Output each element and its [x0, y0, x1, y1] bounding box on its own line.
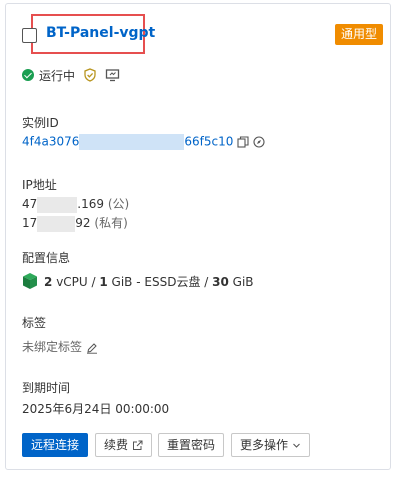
more-actions-label: 更多操作 [240, 438, 289, 452]
expiry-label: 到期时间 [22, 381, 71, 395]
instance-name-link[interactable]: BT-Panel-vgpt [46, 25, 155, 41]
edit-icon[interactable] [86, 342, 98, 354]
check-circle-icon [22, 69, 34, 81]
status-text: 运行中 [39, 68, 76, 83]
status-row: 运行中 [22, 66, 120, 84]
copy-icon[interactable] [237, 136, 249, 148]
public-ip-prefix: 47 [22, 197, 38, 211]
shield-check-icon[interactable] [83, 68, 97, 82]
disk-unit: GiB [232, 275, 254, 289]
private-ip-tag: (私有) [94, 216, 128, 230]
reset-password-button[interactable]: 重置密码 [158, 433, 225, 457]
renew-button[interactable]: 续费 [95, 433, 152, 457]
chevron-down-icon [292, 443, 300, 448]
renew-label: 续费 [104, 438, 129, 452]
monitor-icon[interactable] [105, 68, 120, 82]
instance-id-prefix[interactable]: 4f4a3076 [22, 135, 79, 149]
config-label: 配置信息 [22, 251, 71, 265]
select-checkbox[interactable] [22, 28, 37, 43]
instance-type-badge: 通用型 [335, 24, 384, 45]
config-row: 2 vCPU / 1 GiB - ESSD云盘 / 30 GiB [44, 275, 254, 289]
redacted-id [79, 134, 185, 150]
instance-id-row: 4f4a3076 66f5c10 [22, 134, 265, 150]
instance-id-label: 实例ID [22, 116, 59, 130]
expiry-value: 2025年6月24日 00:00:00 [22, 402, 170, 416]
public-ip-row: 47 .169 (公) [22, 195, 129, 213]
redacted-public-ip [37, 196, 78, 213]
vcpu-unit: vCPU [56, 275, 88, 289]
private-ip-prefix: 17 [22, 216, 38, 230]
compass-icon[interactable] [253, 136, 265, 148]
public-ip-tag: (公) [107, 197, 130, 211]
ip-label: IP地址 [22, 178, 57, 192]
private-ip-row: 17 92 (私有) [22, 214, 128, 232]
memory-value: 1 [99, 275, 108, 289]
disk-type: ESSD云盘 [144, 275, 201, 289]
more-actions-button[interactable]: 更多操作 [231, 433, 310, 457]
public-ip-suffix: .169 [77, 197, 104, 211]
vcpu-value: 2 [44, 275, 53, 289]
disk-size: 30 [212, 275, 229, 289]
private-ip-suffix: 92 [75, 216, 91, 230]
instance-id-suffix[interactable]: 66f5c10 [184, 135, 233, 149]
memory-unit: GiB [111, 275, 133, 289]
external-link-icon [132, 440, 143, 450]
tags-label: 标签 [22, 316, 47, 330]
remote-connect-button[interactable]: 远程连接 [22, 433, 89, 457]
instance-spec-icon [23, 273, 37, 289]
tags-row: 未绑定标签 [22, 338, 98, 355]
tags-value: 未绑定标签 [22, 340, 83, 354]
redacted-private-ip [37, 215, 76, 232]
